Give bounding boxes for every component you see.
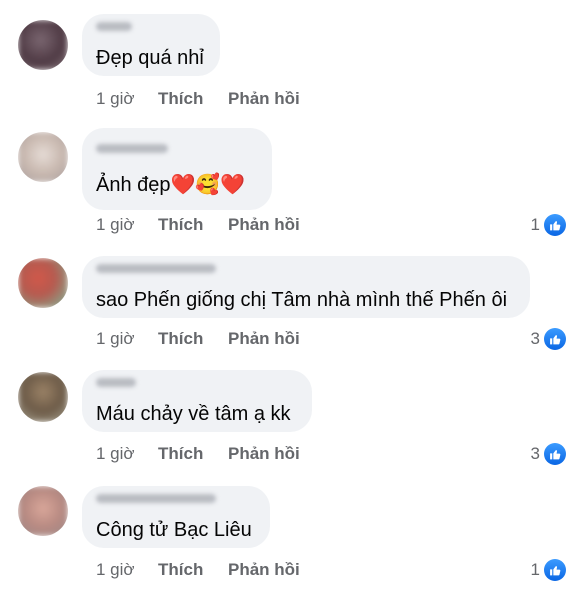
comment-actions: 1 giờ Thích Phản hồi	[96, 443, 300, 465]
reply-button[interactable]: Phản hồi	[228, 443, 300, 465]
like-button[interactable]: Thích	[158, 214, 228, 236]
thumbs-up-icon	[544, 328, 566, 350]
comment-actions: 1 giờ Thích Phản hồi	[96, 559, 300, 581]
like-button[interactable]: Thích	[158, 559, 228, 581]
comment-bubble: sao Phến giống chị Tâm nhà mình thế Phến…	[82, 256, 530, 318]
comment-text: Ảnh đẹp❤️🥰❤️	[96, 172, 245, 197]
comment-text-label: Ảnh đẹp	[96, 174, 171, 196]
avatar[interactable]	[18, 486, 68, 536]
reply-button[interactable]: Phản hồi	[228, 559, 300, 581]
reaction-count: 3	[530, 444, 540, 463]
commenter-name[interactable]	[96, 494, 216, 503]
comment-time[interactable]: 1 giờ	[96, 88, 158, 110]
commenter-name[interactable]	[96, 144, 168, 153]
reaction-count: 1	[530, 560, 540, 579]
comment-time[interactable]: 1 giờ	[96, 328, 158, 350]
like-button[interactable]: Thích	[158, 88, 228, 110]
commenter-name[interactable]	[96, 264, 216, 273]
commenter-name[interactable]	[96, 22, 132, 31]
comment-actions: 1 giờ Thích Phản hồi	[96, 328, 300, 350]
thumbs-up-icon	[544, 559, 566, 581]
comment-actions: 1 giờ Thích Phản hồi	[96, 88, 300, 110]
comment-time[interactable]: 1 giờ	[96, 443, 158, 465]
comment-text: Máu chảy về tâm ạ kk	[96, 403, 291, 425]
reaction-summary[interactable]: 3	[531, 443, 566, 465]
avatar[interactable]	[18, 258, 68, 308]
comment-bubble: Đẹp quá nhỉ	[82, 14, 220, 76]
comment-bubble: Ảnh đẹp❤️🥰❤️	[82, 128, 272, 210]
comment-time[interactable]: 1 giờ	[96, 214, 158, 236]
reply-button[interactable]: Phản hồi	[228, 88, 300, 110]
comment-text: Đẹp quá nhỉ	[96, 47, 204, 69]
avatar[interactable]	[18, 20, 68, 70]
avatar[interactable]	[18, 372, 68, 422]
reaction-summary[interactable]: 1	[531, 559, 566, 581]
reaction-summary[interactable]: 1	[531, 214, 566, 236]
comment-actions: 1 giờ Thích Phản hồi	[96, 214, 300, 236]
reaction-count: 3	[530, 329, 540, 348]
reply-button[interactable]: Phản hồi	[228, 214, 300, 236]
reply-button[interactable]: Phản hồi	[228, 328, 300, 350]
emoji-heart-smile-heart: ❤️🥰❤️	[170, 172, 246, 196]
commenter-name[interactable]	[96, 378, 136, 387]
comment-bubble: Công tử Bạc Liêu	[82, 486, 270, 548]
thumbs-up-icon	[544, 443, 566, 465]
comment-bubble: Máu chảy về tâm ạ kk	[82, 370, 312, 432]
comment-time[interactable]: 1 giờ	[96, 559, 158, 581]
like-button[interactable]: Thích	[158, 328, 228, 350]
reaction-count: 1	[530, 215, 540, 234]
reaction-summary[interactable]: 3	[531, 328, 566, 350]
comment-text: sao Phến giống chị Tâm nhà mình thế Phến…	[96, 289, 508, 311]
comment-text: Công tử Bạc Liêu	[96, 519, 252, 541]
like-button[interactable]: Thích	[158, 443, 228, 465]
avatar[interactable]	[18, 132, 68, 182]
thumbs-up-icon	[544, 214, 566, 236]
